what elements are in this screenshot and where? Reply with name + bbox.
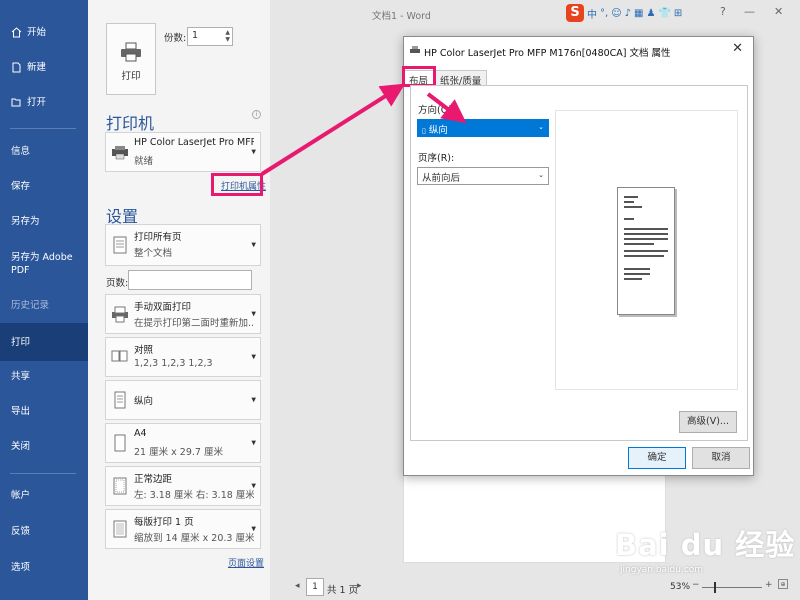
arrow-to-layout-tab xyxy=(260,83,406,176)
baidu-watermark-logo: Bai du 经验 xyxy=(615,528,796,562)
arrow-to-orientation xyxy=(426,92,467,124)
annotation-arrows xyxy=(260,83,467,176)
baidu-watermark-url: jingyan.baidu.com xyxy=(620,565,704,575)
